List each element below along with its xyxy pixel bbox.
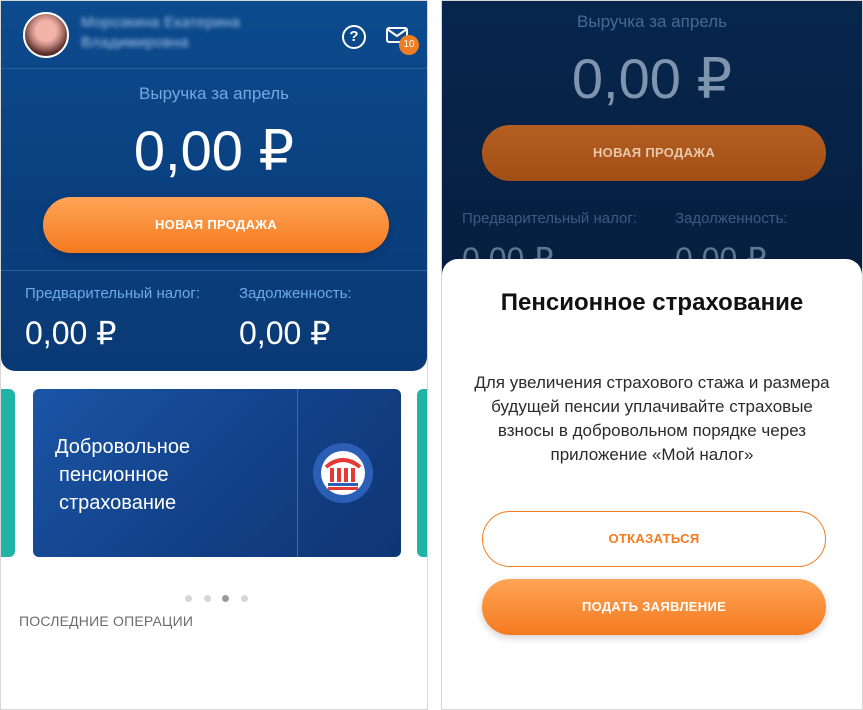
- user-name-line2: Владимировна: [81, 34, 189, 51]
- promo-line: страхование: [59, 492, 177, 514]
- sheet-title: Пенсионное страхование: [500, 289, 804, 316]
- avatar[interactable]: [23, 12, 69, 58]
- prelim-tax-value: 0,00 ₽: [25, 315, 117, 351]
- revenue-label: Выручка за апрель: [577, 12, 727, 31]
- new-sale-button: НОВАЯ ПРОДАЖА: [482, 125, 826, 181]
- dimmed-background[interactable]: Выручка за апрель 0,00 ₽ НОВАЯ ПРОДАЖА П…: [442, 1, 862, 301]
- promo-text: Добровольное пенсионное страхование: [55, 433, 190, 517]
- promo-line: пенсионное: [59, 464, 169, 486]
- decline-button[interactable]: ОТКАЗАТЬСЯ: [482, 511, 826, 567]
- sheet-description: Для увеличения страхового стажа и размер…: [474, 373, 830, 464]
- pension-dialog-screen: Выручка за апрель 0,00 ₽ НОВАЯ ПРОДАЖА П…: [441, 0, 863, 710]
- header: Морозкина Екатерина Владимировна ? 10: [1, 1, 427, 69]
- carousel-dot[interactable]: [185, 595, 192, 602]
- carousel-dot[interactable]: [204, 595, 211, 602]
- carousel-card-next[interactable]: [417, 389, 427, 557]
- submit-application-button[interactable]: ПОДАТЬ ЗАЯВЛЕНИЕ: [482, 579, 826, 635]
- promo-separator: [297, 389, 298, 557]
- revenue-panel: Морозкина Екатерина Владимировна ? 10 Вы…: [1, 1, 427, 371]
- divider: [1, 270, 427, 271]
- mail-badge: 10: [399, 35, 419, 55]
- pension-promo-card[interactable]: Добровольное пенсионное страхование: [33, 389, 401, 557]
- user-name-line1: Морозкина Екатерина: [81, 14, 241, 31]
- pension-insurance-sheet: Пенсионное страхование Для увеличения ст…: [442, 259, 862, 709]
- revenue-amount: 0,00 ₽: [571, 47, 733, 110]
- debt-label: Задолженность:: [675, 210, 788, 227]
- user-name: Морозкина Екатерина Владимировна: [81, 13, 321, 53]
- revenue-label: Выручка за апрель: [139, 84, 289, 103]
- carousel-card-prev[interactable]: [1, 389, 15, 557]
- prelim-tax-label: Предварительный налог:: [462, 210, 638, 227]
- new-sale-button[interactable]: НОВАЯ ПРОДАЖА: [43, 197, 389, 253]
- help-icon[interactable]: ?: [342, 25, 366, 49]
- debt-label: Задолженность:: [239, 285, 352, 302]
- pfr-logo-icon: [313, 443, 373, 503]
- home-screen: Морозкина Екатерина Владимировна ? 10 Вы…: [0, 0, 428, 710]
- promo-line: Добровольное: [55, 436, 191, 458]
- recent-operations-heading: ПОСЛЕДНИЕ ОПЕРАЦИИ: [19, 613, 194, 629]
- carousel-dot-active[interactable]: [222, 595, 229, 602]
- debt-value: 0,00 ₽: [239, 315, 331, 351]
- prelim-tax-label: Предварительный налог:: [25, 285, 201, 302]
- carousel-dot[interactable]: [241, 595, 248, 602]
- revenue-amount: 0,00 ₽: [133, 119, 295, 182]
